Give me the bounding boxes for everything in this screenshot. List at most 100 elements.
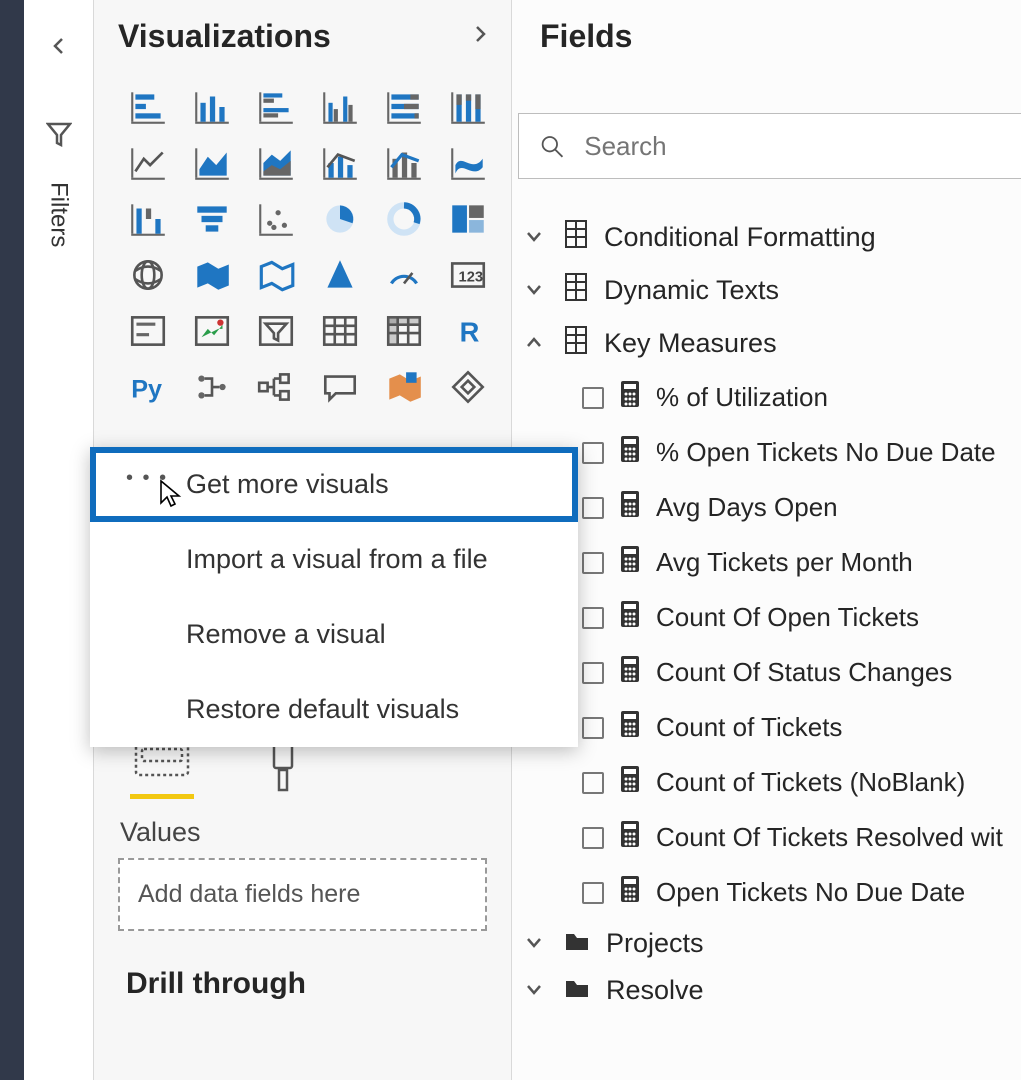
- svg-text:Py: Py: [131, 376, 162, 404]
- field-measure-row[interactable]: % Open Tickets No Due Date: [512, 425, 1021, 480]
- svg-text:123: 123: [459, 269, 484, 285]
- qa-visual-icon[interactable]: [314, 365, 366, 409]
- measure-label: % of Utilization: [656, 382, 828, 413]
- field-measure-row[interactable]: Count Of Open Tickets: [512, 590, 1021, 645]
- table-label: Projects: [606, 928, 704, 959]
- menu-remove-visual[interactable]: Remove a visual: [90, 597, 578, 672]
- multi-row-card-icon[interactable]: [122, 309, 174, 353]
- stacked-bar-chart-icon[interactable]: [122, 85, 174, 129]
- funnel-chart-icon[interactable]: [186, 197, 238, 241]
- filters-rail: Filters: [24, 0, 94, 1080]
- line-clustered-column-icon[interactable]: [314, 141, 366, 185]
- field-measure-row[interactable]: % of Utilization: [512, 370, 1021, 425]
- checkbox[interactable]: [582, 497, 604, 519]
- table-icon: [564, 272, 588, 309]
- folder-icon: [564, 975, 590, 1006]
- checkbox[interactable]: [582, 442, 604, 464]
- chevron-down-icon: [520, 980, 548, 1001]
- checkbox[interactable]: [582, 772, 604, 794]
- checkbox[interactable]: [582, 607, 604, 629]
- treemap-chart-icon[interactable]: [442, 197, 494, 241]
- stacked-bar-100-icon[interactable]: [378, 85, 430, 129]
- field-table-row[interactable]: Dynamic Texts: [512, 264, 1021, 317]
- shape-map-icon[interactable]: [250, 253, 302, 297]
- funnel-icon: [46, 121, 72, 152]
- field-table-row[interactable]: Projects: [512, 920, 1021, 967]
- search-icon: [539, 132, 564, 160]
- measure-icon: [620, 710, 640, 745]
- pie-chart-icon[interactable]: [314, 197, 366, 241]
- expand-pane-icon[interactable]: [471, 24, 491, 50]
- waterfall-chart-icon[interactable]: [122, 197, 174, 241]
- field-measure-row[interactable]: Open Tickets No Due Date: [512, 865, 1021, 920]
- field-table-row[interactable]: Conditional Formatting: [512, 211, 1021, 264]
- measure-label: Count Of Status Changes: [656, 657, 952, 688]
- azure-map-icon[interactable]: [314, 253, 366, 297]
- field-measure-row[interactable]: Avg Days Open: [512, 480, 1021, 535]
- field-measure-row[interactable]: Count of Tickets: [512, 700, 1021, 755]
- checkbox[interactable]: [582, 387, 604, 409]
- filters-label[interactable]: Filters: [45, 182, 73, 247]
- clustered-bar-chart-icon[interactable]: [250, 85, 302, 129]
- matrix-icon[interactable]: [378, 309, 430, 353]
- menu-import-visual[interactable]: Import a visual from a file: [90, 522, 578, 597]
- table-icon: [564, 325, 588, 362]
- checkbox[interactable]: [582, 717, 604, 739]
- measure-label: Avg Days Open: [656, 492, 838, 523]
- line-chart-icon[interactable]: [122, 141, 174, 185]
- chevron-up-icon: [520, 333, 548, 354]
- ellipsis-icon: • • •: [126, 467, 168, 490]
- table-icon[interactable]: [314, 309, 366, 353]
- field-measure-row[interactable]: Avg Tickets per Month: [512, 535, 1021, 590]
- checkbox[interactable]: [582, 827, 604, 849]
- card-icon[interactable]: 123: [442, 253, 494, 297]
- stacked-column-chart-icon[interactable]: [186, 85, 238, 129]
- menu-item-label: Get more visuals: [186, 469, 389, 499]
- filters-collapse-icon[interactable]: [49, 36, 69, 61]
- field-table-row[interactable]: Resolve: [512, 967, 1021, 1014]
- checkbox[interactable]: [582, 662, 604, 684]
- slicer-icon[interactable]: [250, 309, 302, 353]
- python-visual-icon[interactable]: Py: [122, 365, 174, 409]
- field-measure-row[interactable]: Count of Tickets (NoBlank): [512, 755, 1021, 810]
- measure-label: Count Of Tickets Resolved wit: [656, 822, 1003, 853]
- field-measure-row[interactable]: Count Of Tickets Resolved wit: [512, 810, 1021, 865]
- measure-label: Avg Tickets per Month: [656, 547, 913, 578]
- table-icon: [564, 219, 588, 256]
- field-measure-row[interactable]: Count Of Status Changes: [512, 645, 1021, 700]
- ribbon-chart-icon[interactable]: [442, 141, 494, 185]
- checkbox[interactable]: [582, 882, 604, 904]
- key-influencers-icon[interactable]: [186, 365, 238, 409]
- menu-get-more-visuals[interactable]: • • • Get more visuals: [90, 447, 578, 522]
- kpi-icon[interactable]: [186, 309, 238, 353]
- map-icon[interactable]: [122, 253, 174, 297]
- search-input[interactable]: [584, 131, 1001, 162]
- format-tab-icon[interactable]: [254, 738, 318, 799]
- area-chart-icon[interactable]: [186, 141, 238, 185]
- stacked-column-100-icon[interactable]: [442, 85, 494, 129]
- menu-restore-default[interactable]: Restore default visuals: [90, 672, 578, 747]
- measure-icon: [620, 435, 640, 470]
- menu-item-label: Remove a visual: [186, 619, 386, 649]
- r-visual-icon[interactable]: R: [442, 309, 494, 353]
- measure-label: Count of Tickets (NoBlank): [656, 767, 965, 798]
- clustered-column-chart-icon[interactable]: [314, 85, 366, 129]
- chevron-down-icon: [520, 933, 548, 954]
- donut-chart-icon[interactable]: [378, 197, 430, 241]
- table-label: Dynamic Texts: [604, 275, 779, 306]
- fields-title: Fields: [540, 18, 632, 55]
- checkbox[interactable]: [582, 552, 604, 574]
- arcgis-map-icon[interactable]: [378, 365, 430, 409]
- search-field[interactable]: [518, 113, 1021, 179]
- gauge-icon[interactable]: [378, 253, 430, 297]
- values-drop-area[interactable]: Add data fields here: [118, 858, 487, 931]
- field-table-row[interactable]: Key Measures: [512, 317, 1021, 370]
- power-apps-visual-icon[interactable]: [442, 365, 494, 409]
- line-stacked-column-icon[interactable]: [378, 141, 430, 185]
- decomposition-tree-icon[interactable]: [250, 365, 302, 409]
- filled-map-icon[interactable]: [186, 253, 238, 297]
- measure-label: Count of Tickets: [656, 712, 842, 743]
- stacked-area-chart-icon[interactable]: [250, 141, 302, 185]
- folder-icon: [564, 928, 590, 959]
- scatter-chart-icon[interactable]: [250, 197, 302, 241]
